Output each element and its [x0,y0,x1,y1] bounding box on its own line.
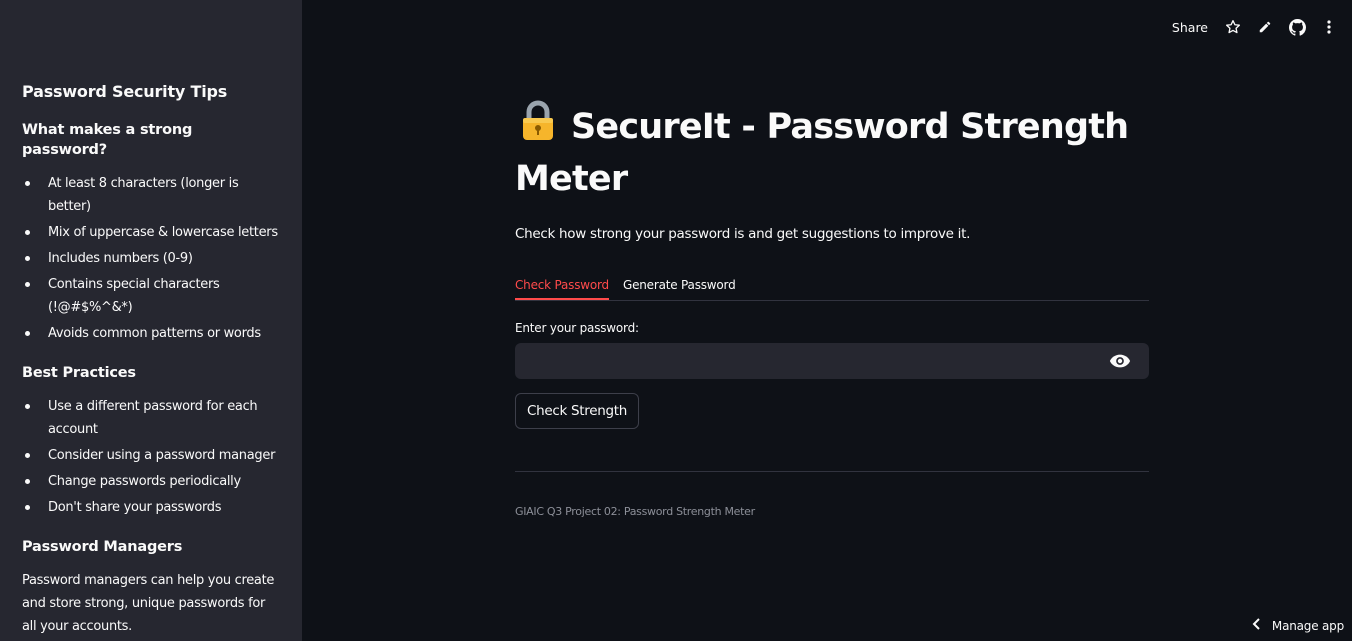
app-root: Password Security Tips What makes a stro… [0,0,1352,641]
main-content: SecureIt - Password Strength Meter Check… [515,100,1149,518]
sidebar-section-password-managers-heading: Password Managers [22,539,183,555]
list-item: Change passwords periodically [22,470,280,493]
password-label: Enter your password: [515,321,639,335]
check-strength-button[interactable]: Check Strength [515,393,640,429]
page-title: SecureIt - Password Strength Meter [515,100,1149,203]
share-button[interactable]: Share [1166,16,1214,39]
list-item: At least 8 characters (longer is better) [22,172,280,218]
password-input[interactable] [515,343,1095,379]
locked-with-key-icon [515,100,561,155]
star-icon[interactable] [1220,14,1246,40]
list-item: Don't share your passwords [22,496,280,519]
sidebar: Password Security Tips What makes a stro… [0,0,302,641]
sidebar-section-best-practices-heading: Best Practices [22,365,136,381]
list-item: Includes numbers (0-9) [22,247,280,270]
list-item: Consider using a password manager [22,444,280,467]
sidebar-section-strong-password-heading: What makes a strong password? [22,122,193,158]
toolbar: Share [1166,14,1342,40]
footer-text: GIAIC Q3 Project 02: Password Strength M… [515,505,755,518]
chevron-left-icon [1252,618,1262,633]
list-item: Mix of uppercase & lowercase letters [22,221,280,244]
manage-app-button[interactable]: Manage app [1252,618,1344,633]
password-managers-text: Password managers can help you create an… [22,573,275,634]
password-field-container [515,343,1149,379]
tab-generate-password[interactable]: Generate Password [623,267,736,300]
tab-bar: Check Password Generate Password [515,267,1149,301]
eye-icon[interactable] [1109,353,1131,369]
best-practices-list: Use a different password for each accoun… [22,395,280,519]
github-icon[interactable] [1284,14,1310,40]
list-item: Contains special characters (!@#$%^&*) [22,273,280,319]
page-title-text: SecureIt - Password Strength Meter [515,107,1129,199]
manage-app-label: Manage app [1271,618,1344,633]
divider [515,471,1149,472]
pencil-icon[interactable] [1252,14,1278,40]
page-subtitle: Check how strong your password is and ge… [515,226,971,242]
tab-check-password[interactable]: Check Password [515,267,609,300]
strong-password-list: At least 8 characters (longer is better)… [22,172,280,345]
list-item: Avoids common patterns or words [22,322,280,345]
list-item: Use a different password for each accoun… [22,395,280,441]
sidebar-heading: Password Security Tips [22,82,228,101]
kebab-menu-icon[interactable] [1316,14,1342,40]
